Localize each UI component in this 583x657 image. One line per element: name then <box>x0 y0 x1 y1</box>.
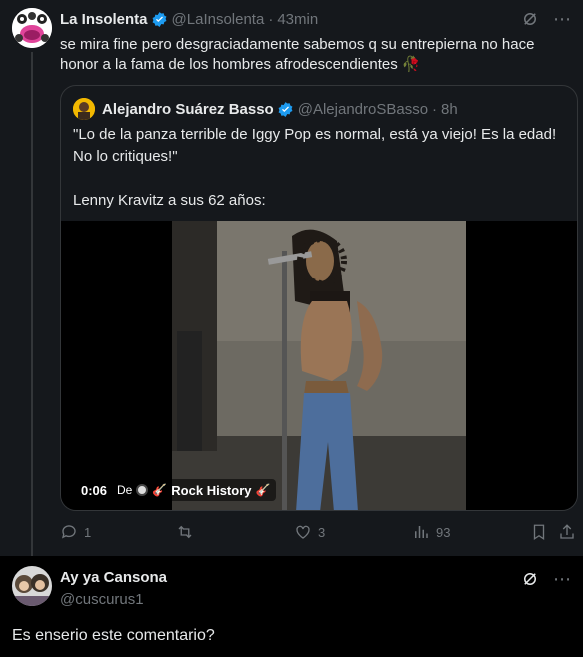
reply-author-name[interactable]: Ay ya Cansona <box>60 569 167 586</box>
bookmark-icon <box>533 524 545 541</box>
more-icon[interactable]: ⋯ <box>553 10 571 28</box>
quote-author-name[interactable]: Alejandro Suárez Basso <box>102 101 274 118</box>
video-source-name: Rock History <box>171 482 252 498</box>
views-icon <box>415 526 428 538</box>
quote-text-line1: "Lo de la panza terrible de Iggy Pop es … <box>73 126 557 165</box>
source-avatar-icon <box>136 484 149 496</box>
guitar-icon: 🎸 <box>255 483 271 497</box>
post-text: se mira fine pero desgraciadamente sabem… <box>60 36 535 73</box>
avatar-la-insolenta[interactable] <box>12 8 52 48</box>
quote-text-line2: Lenny Kravitz a sus 62 años: <box>73 192 266 209</box>
share-button[interactable] <box>558 523 576 541</box>
more-icon[interactable]: ⋯ <box>553 570 571 588</box>
quoted-post[interactable]: Alejandro Suárez Basso @AlejandroSBasso … <box>60 85 578 511</box>
repost-icon <box>178 525 192 539</box>
reply-text: Es enserio este comentario? <box>12 627 215 644</box>
video-duration: 0:06 <box>81 483 108 498</box>
author-name[interactable]: La Insolenta <box>60 11 148 28</box>
guitar-icon: 🎸 <box>152 483 168 497</box>
quote-author-handle[interactable]: @AlejandroSBasso <box>298 101 428 118</box>
video-player[interactable]: 0:06 De 🎸 Rock History 🎸 <box>61 221 577 510</box>
video-source-chip[interactable]: De 🎸 Rock History 🎸 <box>111 479 277 501</box>
grok-icon[interactable] <box>521 570 539 588</box>
share-icon <box>560 524 574 539</box>
verified-badge-icon <box>278 101 293 117</box>
post-header: La Insolenta @LaInsolenta · 43min <box>60 11 318 28</box>
author-handle[interactable]: @LaInsolenta <box>172 11 265 28</box>
like-button[interactable]: 3 <box>294 523 325 541</box>
thread-line <box>31 52 33 556</box>
verified-badge-icon <box>152 12 166 27</box>
quote-text: "Lo de la panza terrible de Iggy Pop es … <box>73 124 568 212</box>
grok-icon[interactable] <box>521 10 539 28</box>
reply-author-handle[interactable]: @cuscurus1 <box>60 591 144 608</box>
post-time[interactable]: 43min <box>277 11 318 28</box>
reply-post[interactable]: Ay ya Cansona @cuscurus1 ⋯ Es enserio es… <box>0 556 583 657</box>
reply-icon <box>61 525 76 539</box>
separator-dot: · <box>268 11 274 28</box>
like-icon <box>296 525 310 539</box>
like-count: 3 <box>318 524 326 540</box>
bookmark-button[interactable] <box>530 523 548 541</box>
video-thumbnail[interactable] <box>172 221 466 510</box>
views-button[interactable]: 93 <box>412 523 450 541</box>
video-source-prefix: De <box>117 483 133 497</box>
post-actions: 1 3 93 <box>60 523 576 545</box>
views-count: 93 <box>436 524 451 540</box>
quote-time[interactable]: 8h <box>441 101 458 118</box>
avatar-alejandro[interactable] <box>73 98 95 120</box>
reply-button[interactable]: 1 <box>60 523 91 541</box>
main-post[interactable]: La Insolenta @LaInsolenta · 43min ⋯ se m… <box>0 0 583 556</box>
separator-dot: · <box>432 100 438 118</box>
avatar-ay-ya-cansona[interactable] <box>12 566 52 606</box>
repost-button[interactable] <box>176 523 200 541</box>
reply-count: 1 <box>84 524 92 540</box>
